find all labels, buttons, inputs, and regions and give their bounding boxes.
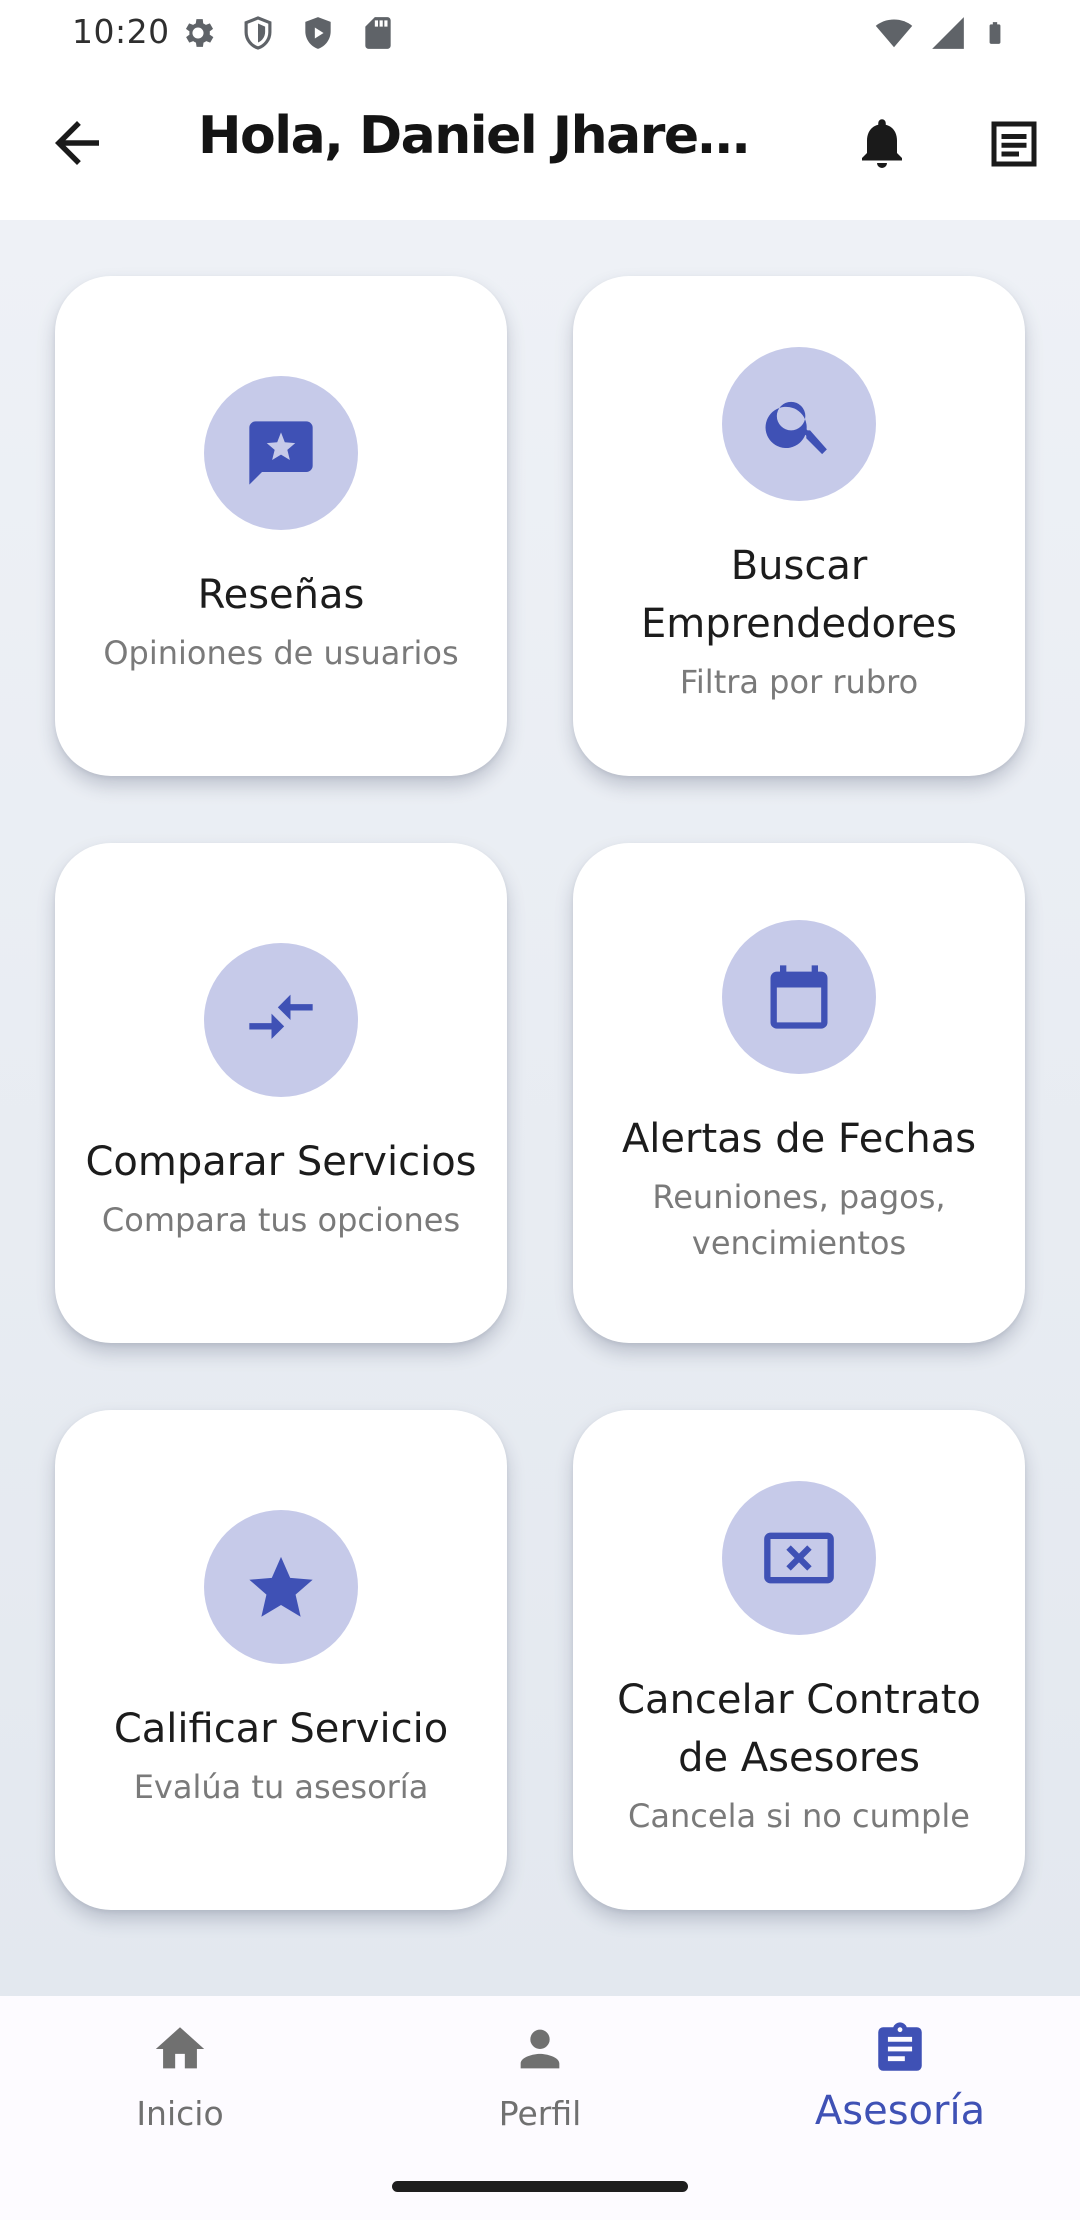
- screen: 10:20 Hola, Daniel Jhared Meza Mamani Re…: [0, 0, 1080, 2220]
- icon-circle: [722, 1481, 876, 1635]
- card-subtitle: Reuniones, pagos, vencimientos: [652, 1178, 946, 1262]
- nav-item-perfil[interactable]: Perfil: [360, 2014, 720, 2164]
- sd-card-icon: [365, 17, 391, 49]
- card-subtitle: Opiniones de usuarios: [103, 634, 459, 672]
- bell-icon[interactable]: [852, 110, 912, 176]
- card-subtitle: Compara tus opciones: [101, 1201, 461, 1239]
- card-subtitle: Evalúa tu asesoría: [133, 1768, 429, 1806]
- status-icons-right: [874, 14, 1008, 52]
- compare-arrows-icon: [249, 994, 313, 1039]
- settings-icon: [185, 19, 214, 47]
- nav-label: Asesoría: [814, 2088, 986, 2134]
- battery-icon: [989, 22, 1001, 44]
- icon-circle: [204, 943, 358, 1097]
- nav-item-asesoria[interactable]: Asesoría: [720, 2014, 1080, 2164]
- nav-label: Perfil: [498, 2094, 582, 2133]
- card-title: Comparar Servicios: [85, 1139, 477, 1185]
- icon-circle: [722, 347, 876, 501]
- icon-circle: [722, 920, 876, 1074]
- card-subtitle: Cancela si no cumple: [628, 1797, 970, 1835]
- status-bar: 10:20: [0, 0, 1080, 64]
- icon-circle: [204, 1510, 358, 1664]
- cell-signal-icon: [932, 17, 964, 49]
- app-bar: Hola, Daniel Jhared Meza Mamani: [0, 64, 1080, 220]
- card-subtitle: Filtra por rubro: [679, 663, 919, 701]
- status-time: 10:20: [72, 12, 170, 51]
- arrow-back-icon[interactable]: [44, 110, 110, 176]
- search-icon: [765, 401, 827, 455]
- calendar-icon: [770, 965, 828, 1029]
- card-cancelar-contrato[interactable]: Cancelar Contrato de Asesores Cancela si…: [573, 1410, 1025, 1910]
- card-resenas[interactable]: Reseñas Opiniones de usuarios: [55, 276, 507, 776]
- icon-circle: [204, 376, 358, 530]
- nav-item-inicio[interactable]: Inicio: [0, 2014, 360, 2164]
- notes-icon[interactable]: [984, 112, 1044, 176]
- star-icon: [249, 1556, 313, 1617]
- card-buscar-emprendedores[interactable]: Buscar Emprendedores Filtra por rubro: [573, 276, 1025, 776]
- wifi-icon: [875, 19, 913, 48]
- home-indicator[interactable]: [392, 2181, 688, 2192]
- card-title: Cancelar Contrato de Asesores: [617, 1677, 981, 1781]
- page-title: Hola, Daniel Jhared Meza Mamani: [198, 106, 778, 166]
- person-icon: [520, 2029, 560, 2069]
- card-calificar-servicio[interactable]: Calificar Servicio Evalúa tu asesoría: [55, 1410, 507, 1910]
- rate-review-icon: [249, 421, 313, 485]
- card-title: Reseñas: [197, 572, 365, 618]
- status-icons-left: [178, 14, 398, 52]
- card-title: Calificar Servicio: [113, 1706, 449, 1752]
- card-alertas-de-fechas[interactable]: Alertas de Fechas Reuniones, pagos, venc…: [573, 843, 1025, 1343]
- nav-label: Inicio: [136, 2094, 224, 2133]
- card-comparar-servicios[interactable]: Comparar Servicios Compara tus opciones: [55, 843, 507, 1343]
- home-icon: [155, 2027, 205, 2069]
- assignment-icon: [878, 2022, 922, 2071]
- card-title: Alertas de Fechas: [621, 1116, 977, 1162]
- cancel-presentation-icon: [764, 1532, 834, 1584]
- card-title: Buscar Emprendedores: [640, 543, 958, 647]
- services-grid: Reseñas Opiniones de usuarios Buscar Emp…: [0, 220, 1080, 1996]
- shield-icon: [244, 16, 272, 50]
- play-protect-icon: [305, 17, 331, 49]
